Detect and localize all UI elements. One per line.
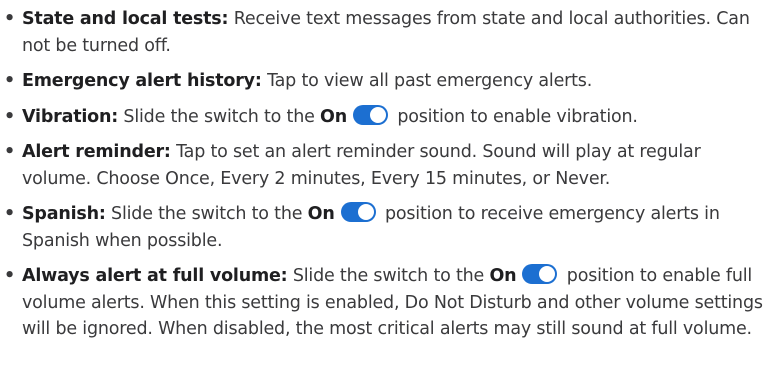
item-text: Always alert at full volume: Slide the s… bbox=[22, 263, 768, 343]
alert-settings-document: • State and local tests: Receive text me… bbox=[0, 0, 768, 387]
item-text: Spanish: Slide the switch to the On posi… bbox=[22, 201, 768, 254]
item-text: Alert reminder: Tap to set an alert remi… bbox=[22, 139, 768, 192]
item-term: Emergency alert history: bbox=[22, 71, 262, 91]
item-body: Tap to view all past emergency alerts. bbox=[267, 71, 593, 91]
toggle-knob bbox=[539, 266, 556, 282]
item-term: Always alert at full volume: bbox=[22, 266, 288, 286]
item-term: Vibration: bbox=[22, 106, 119, 127]
item-body-pre: Slide the switch to the bbox=[111, 204, 303, 224]
bullet-icon: • bbox=[4, 142, 15, 162]
bullet-icon: • bbox=[4, 204, 15, 224]
on-label: On bbox=[307, 204, 335, 224]
toggle-knob bbox=[357, 204, 374, 220]
item-body-pre: Slide the switch to the bbox=[292, 266, 485, 286]
item-text: Vibration: Slide the switch to the On po… bbox=[22, 104, 768, 131]
item-text: State and local tests: Receive text mess… bbox=[22, 6, 768, 59]
toggle-switch-on-icon bbox=[340, 202, 376, 222]
bullet-icon: • bbox=[4, 71, 15, 91]
item-text: Emergency alert history: Tap to view all… bbox=[22, 68, 768, 95]
item-term: Alert reminder: bbox=[22, 142, 171, 162]
toggle-switch-on-icon bbox=[352, 104, 388, 125]
item-term: State and local tests: bbox=[22, 9, 229, 29]
list-item-alert-reminder: • Alert reminder: Tap to set an alert re… bbox=[4, 139, 768, 192]
on-label: On bbox=[320, 106, 347, 127]
toggle-switch-on-icon bbox=[522, 264, 558, 284]
list-item-emergency-alert-history: • Emergency alert history: Tap to view a… bbox=[4, 68, 768, 95]
bullet-icon: • bbox=[4, 9, 15, 29]
settings-bullet-list: • State and local tests: Receive text me… bbox=[4, 6, 768, 343]
on-label: On bbox=[489, 266, 517, 286]
list-item-spanish: • Spanish: Slide the switch to the On po… bbox=[4, 201, 768, 254]
list-item-state-local-tests: • State and local tests: Receive text me… bbox=[4, 6, 768, 59]
item-body-post: position to enable vibration. bbox=[397, 106, 638, 127]
bullet-icon: • bbox=[4, 106, 15, 127]
toggle-knob bbox=[369, 106, 386, 123]
item-body-pre: Slide the switch to the bbox=[123, 106, 315, 127]
bullet-icon: • bbox=[4, 266, 15, 286]
list-item-vibration: • Vibration: Slide the switch to the On … bbox=[4, 104, 768, 131]
list-item-full-volume: • Always alert at full volume: Slide the… bbox=[4, 263, 768, 343]
item-term: Spanish: bbox=[22, 204, 106, 224]
